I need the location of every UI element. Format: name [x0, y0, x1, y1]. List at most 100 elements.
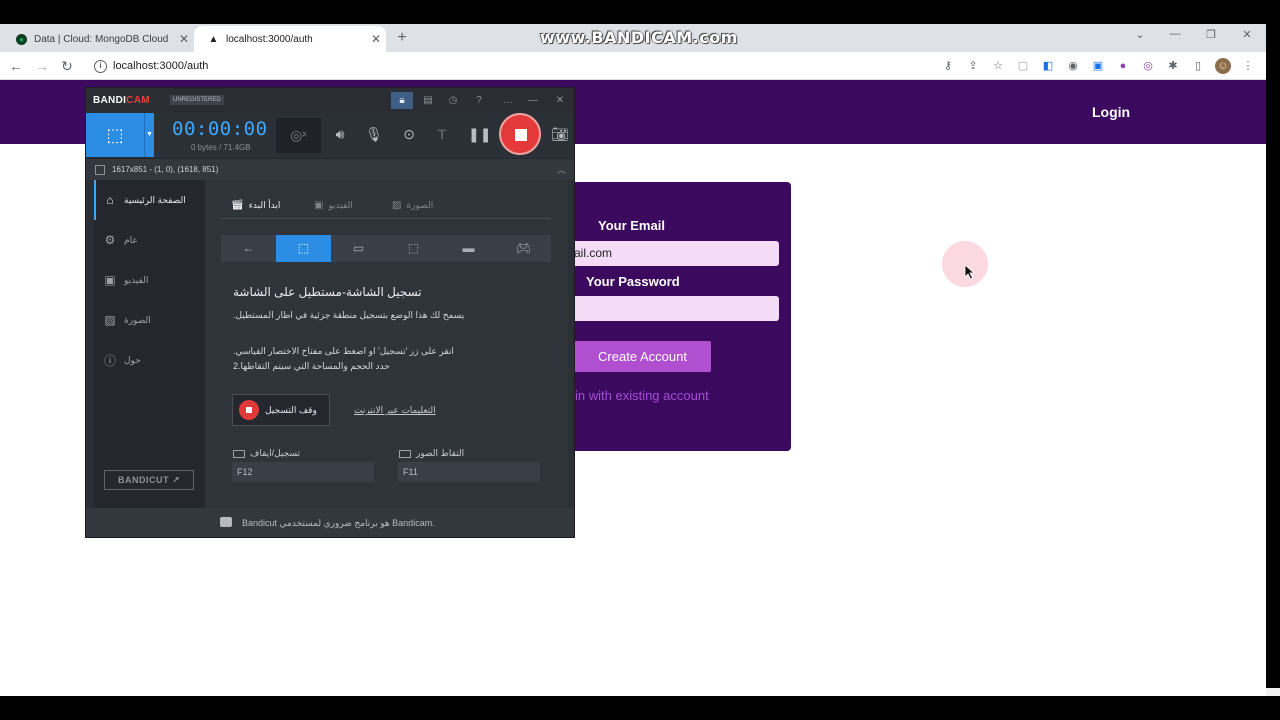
rectangle-mode-icon[interactable]: ⬚ — [86, 113, 144, 157]
collapse-icon[interactable]: — — [522, 92, 544, 109]
sidebar-item-general[interactable]: ⚙ عام — [94, 220, 205, 260]
lock-icon[interactable]: 🔒︎ — [391, 92, 413, 109]
video-icon: ▣ — [314, 200, 324, 211]
chevron-down-icon[interactable]: ▼ — [144, 113, 154, 157]
share-icon[interactable]: ⇪ — [965, 58, 981, 74]
tab-title: localhost:3000/auth — [226, 33, 313, 45]
hotkey-record-field[interactable]: F12 — [232, 462, 374, 482]
restore-window-button[interactable]: ❐ — [1196, 28, 1226, 41]
minimize-icon[interactable]: … — [497, 92, 519, 109]
image-icon: ▨ — [392, 200, 402, 211]
stop-record-button[interactable] — [499, 113, 541, 155]
sidebar-item-about[interactable]: ⓘ حول — [94, 340, 205, 380]
sidebar-item-home[interactable]: ⌂ الصفحة الرئيسية — [94, 180, 205, 220]
more-icon[interactable]: ⋮ — [1240, 58, 1256, 74]
stop-recording-button[interactable]: وقف التسجيل — [232, 394, 330, 426]
back-arrow-icon[interactable]: ← — [221, 235, 276, 262]
tab-get-started[interactable]: 🎬︎ ابدأ البدء — [231, 200, 280, 211]
close-window-button[interactable]: ✕ — [1232, 28, 1262, 41]
translate-icon[interactable]: ◧ — [1040, 58, 1056, 74]
sidebar-item-video[interactable]: ▣ الفيديو — [94, 260, 205, 300]
app-icon[interactable]: ● — [1115, 58, 1131, 74]
mouse-click-icon[interactable]: ⊙ — [398, 123, 420, 145]
bandicam-watermark: www.BANDICAM.com — [540, 28, 738, 47]
close-icon[interactable]: ✕ — [549, 92, 571, 109]
existing-account-link[interactable]: in with existing account — [575, 388, 709, 403]
tab-image[interactable]: ▨ الصورة — [392, 200, 433, 211]
tab-close-icon[interactable]: ✕ — [174, 32, 194, 46]
hdmi-device-icon[interactable]: ▬ — [441, 235, 496, 262]
create-account-button[interactable]: Create Account — [560, 341, 711, 372]
url-text: localhost:3000/auth — [113, 60, 209, 72]
subtab-divider — [221, 218, 551, 219]
forward-button[interactable]: → — [32, 56, 52, 76]
speaker-icon[interactable]: 🔊︎ — [329, 123, 351, 145]
mode-title: تسجيل الشاشة-مستطيل على الشاشة — [233, 285, 422, 299]
puzzle-icon[interactable]: ✱ — [1165, 58, 1181, 74]
key-icon[interactable]: ⚷ — [940, 58, 956, 74]
back-button[interactable]: ← — [6, 56, 26, 76]
instruction-1: .انقر على زر 'تسجيل' او اضغط على مفتاح ا… — [233, 346, 454, 356]
bandicam-titlebar: BANDICAM UNREGISTERED 🔒︎ ▤ ◷ ? … — ✕ — [86, 88, 574, 113]
desktop-edge — [1266, 688, 1280, 696]
recording-timer: 00:00:00 — [172, 118, 268, 140]
camera-icon[interactable]: ◉ — [1065, 58, 1081, 74]
stop-record-icon — [239, 400, 259, 420]
mode-selector: ← ⬚ ▭ ⬚ ▬ 🎮︎ — [221, 235, 551, 262]
capture-area-checkbox[interactable] — [95, 165, 105, 175]
sidebar-item-image[interactable]: ▨ الصورة — [94, 300, 205, 340]
unregistered-badge: UNREGISTERED — [170, 95, 224, 105]
screenshot-camera-icon[interactable]: 📷︎ — [549, 123, 571, 145]
help-icon[interactable]: ? — [468, 92, 490, 109]
home-icon: ⌂ — [106, 193, 114, 207]
record-icon[interactable]: ◎ — [1140, 58, 1156, 74]
microphone-icon[interactable]: 🎙︎ — [363, 123, 385, 145]
video-icon: ▣ — [104, 273, 116, 287]
login-link[interactable]: Login — [1092, 104, 1130, 120]
chevron-down-icon[interactable]: ⌄ — [1125, 28, 1155, 41]
email-label: Your Email — [598, 218, 665, 233]
minimize-window-button[interactable]: — — [1160, 28, 1190, 40]
chevron-up-icon[interactable]: ︿ — [557, 159, 566, 181]
screen: ● Data | Cloud: MongoDB Cloud ✕ ▲ localh… — [0, 0, 1280, 720]
gear-icon: ⚙ — [104, 233, 116, 247]
react-triangle-icon: ▲ — [208, 33, 219, 45]
star-icon[interactable]: ☆ — [990, 58, 1006, 74]
sidepanel-icon[interactable]: ▯ — [1190, 58, 1206, 74]
tab-strip: ● Data | Cloud: MongoDB Cloud ✕ ▲ localh… — [0, 24, 1266, 52]
rectangle-mode-icon[interactable]: ⬚ — [276, 235, 331, 262]
online-help-link[interactable]: التعليمات عبر الانترنت — [354, 405, 436, 416]
instruction-2: حدد الحجم والمساحة التي سيتم التقاطها.2 — [233, 361, 390, 371]
folder-icon[interactable]: ▤ — [417, 92, 439, 109]
tab-close-icon[interactable]: ✕ — [366, 32, 386, 46]
tab-mongodb[interactable]: ● Data | Cloud: MongoDB Cloud ✕ — [2, 26, 194, 52]
keyboard-icon — [233, 449, 245, 458]
bandicut-button[interactable]: BANDICUT ↗ — [104, 470, 194, 490]
hotkey-record-label: تسجيل/ايقاف — [233, 448, 300, 459]
hotkey-capture-field[interactable]: F11 — [398, 462, 540, 482]
password-field[interactable] — [560, 296, 779, 321]
site-info-icon[interactable]: i — [94, 59, 107, 73]
new-tab-button[interactable]: + — [392, 28, 412, 48]
webcam-icon[interactable]: ◎ˣ — [276, 118, 321, 153]
screenshot-icon[interactable]: ▣ — [1090, 58, 1106, 74]
mouse-area-mode-icon[interactable]: ⬚ — [386, 235, 441, 262]
profile-icon[interactable]: ☺ — [1215, 58, 1231, 74]
chat-icon — [220, 517, 232, 527]
reload-button[interactable]: ↻ — [57, 56, 77, 76]
text-overlay-icon[interactable]: T — [431, 123, 453, 145]
tab-localhost[interactable]: ▲ localhost:3000/auth ✕ — [194, 26, 386, 52]
clock-icon[interactable]: ◷ — [442, 92, 464, 109]
bandicam-logo: BANDICAM — [93, 95, 150, 106]
tab-video[interactable]: ▣ الفيديو — [314, 200, 353, 211]
game-controller-icon[interactable]: 🎮︎ — [496, 235, 551, 262]
password-label: Your Password — [586, 274, 680, 289]
extension-1-icon[interactable]: ▢ — [1015, 58, 1031, 74]
pause-icon[interactable]: ❚❚ — [468, 123, 491, 145]
mongodb-leaf-icon: ● — [16, 33, 27, 45]
email-field[interactable]: ail.com — [560, 241, 779, 266]
info-icon: ⓘ — [103, 353, 116, 368]
fullscreen-mode-icon[interactable]: ▭ — [331, 235, 386, 262]
capture-area-status: 1617x851 - (1, 0), (1618, 851) ︿ — [86, 158, 574, 181]
bandicam-controls: ⬚ ▼ 00:00:00 0 bytes / 71.4GB ◎ˣ 🔊︎ 🎙︎ ⊙… — [86, 113, 574, 158]
